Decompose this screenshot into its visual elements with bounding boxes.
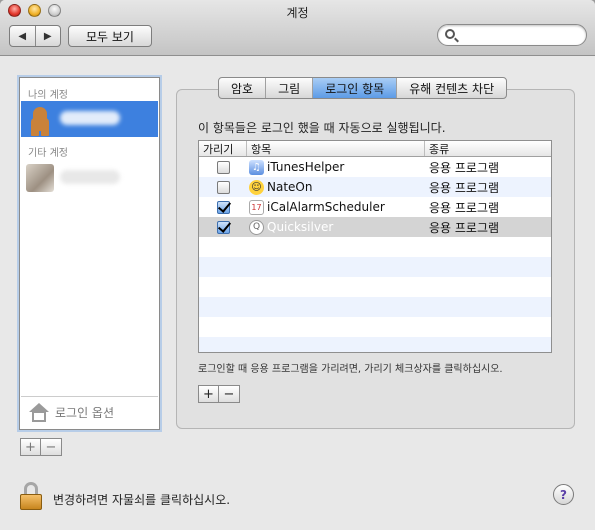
account-item-other[interactable] [21, 160, 158, 196]
hide-checkbox[interactable] [216, 180, 230, 194]
empty-row [199, 277, 551, 297]
help-button[interactable]: ? [553, 484, 574, 505]
login-options-item[interactable]: 로그인 옵션 [21, 396, 158, 428]
column-item[interactable]: 항목 [247, 141, 425, 156]
account-name-redacted-2 [60, 169, 120, 187]
column-kind[interactable]: 종류 [425, 141, 551, 156]
show-all-button[interactable]: 모두 보기 [68, 25, 152, 47]
forward-arrow-icon[interactable]: ▶ [36, 26, 61, 46]
hide-checkbox[interactable] [216, 200, 230, 214]
hide-checkbox[interactable] [216, 160, 230, 174]
toolbar: 계정 ◀ ▶ 모두 보기 [0, 0, 595, 56]
add-login-item-button[interactable]: + [199, 386, 219, 402]
itunes-icon: ♫ [249, 159, 264, 175]
item-name: iCalAlarmScheduler [267, 200, 385, 214]
tab-password[interactable]: 암호 [219, 78, 267, 98]
tab-bar: 암호 그림 로그인 항목 유해 컨텐츠 차단 [218, 77, 508, 99]
accounts-list: 나의 계정 기타 계정 로그인 옵션 [19, 77, 160, 430]
item-kind: 응용 프로그램 [429, 180, 500, 195]
redacted-name-blur [60, 110, 120, 125]
hide-checkbox[interactable] [216, 220, 230, 234]
empty-row [199, 337, 551, 352]
tab-parental-controls[interactable]: 유해 컨텐츠 차단 [397, 78, 506, 98]
my-account-header: 나의 계정 [28, 90, 68, 101]
house-icon [29, 402, 49, 423]
table-header: 가리기 항목 종류 [199, 141, 551, 157]
other-accounts-header: 기타 계정 [28, 148, 68, 159]
item-kind: 응용 프로그램 [429, 200, 500, 215]
add-account-button[interactable]: + [21, 439, 41, 455]
table-row[interactable]: ☺ NateOn 응용 프로그램 [199, 177, 551, 197]
login-items-description: 이 항목들은 로그인 했을 때 자동으로 실행됩니다. [198, 121, 446, 135]
gingerbread-avatar-icon [26, 105, 54, 133]
search-input[interactable] [460, 27, 580, 43]
column-hide[interactable]: 가리기 [199, 141, 247, 156]
item-kind: 응용 프로그램 [429, 220, 500, 235]
search-icon [445, 29, 455, 39]
login-items-table: 가리기 항목 종류 ♫ iTunesHelper 응용 프로그램 ☺ NateOn … [198, 140, 552, 353]
remove-login-item-button[interactable]: − [219, 386, 239, 402]
empty-row [199, 257, 551, 277]
empty-row [199, 237, 551, 257]
account-item-admin[interactable] [21, 101, 158, 137]
back-forward-control: ◀ ▶ [9, 25, 61, 47]
hide-hint-text: 로그인할 때 응용 프로그램을 가리려면, 가리기 체크상자를 클릭하십시오. [198, 364, 503, 375]
item-name: Quicksilver [267, 220, 334, 234]
account-add-remove: + − [20, 438, 62, 456]
empty-row [199, 317, 551, 337]
remove-account-button[interactable]: − [41, 439, 61, 455]
lock-icon[interactable] [20, 482, 42, 510]
ical-icon: 17 [249, 199, 264, 215]
search-field[interactable] [437, 24, 587, 46]
preferences-window: 계정 ◀ ▶ 모두 보기 나의 계정 기타 계정 로그인 옵션 + − 암호 그… [0, 0, 595, 530]
tab-picture[interactable]: 그림 [266, 78, 314, 98]
login-item-add-remove: + − [198, 385, 240, 403]
tab-login-items[interactable]: 로그인 항목 [313, 78, 398, 98]
window-title: 계정 [286, 6, 309, 20]
login-options-label: 로그인 옵션 [55, 406, 115, 420]
account-name-redacted [60, 110, 120, 128]
table-row[interactable]: ♫ iTunesHelper 응용 프로그램 [199, 157, 551, 177]
item-name: NateOn [267, 180, 313, 194]
table-row-selected[interactable]: Q Quicksilver 응용 프로그램 [199, 217, 551, 237]
nateon-icon: ☺ [249, 179, 264, 195]
table-row[interactable]: 17 iCalAlarmScheduler 응용 프로그램 [199, 197, 551, 217]
redacted-name-blur-2 [60, 169, 120, 184]
empty-row [199, 297, 551, 317]
cat-avatar-icon [26, 164, 54, 192]
quicksilver-icon: Q [249, 219, 264, 235]
item-kind: 응용 프로그램 [429, 160, 500, 175]
item-name: iTunesHelper [267, 160, 345, 174]
lock-message: 변경하려면 자물쇠를 클릭하십시오. [53, 493, 231, 507]
back-arrow-icon[interactable]: ◀ [10, 26, 36, 46]
